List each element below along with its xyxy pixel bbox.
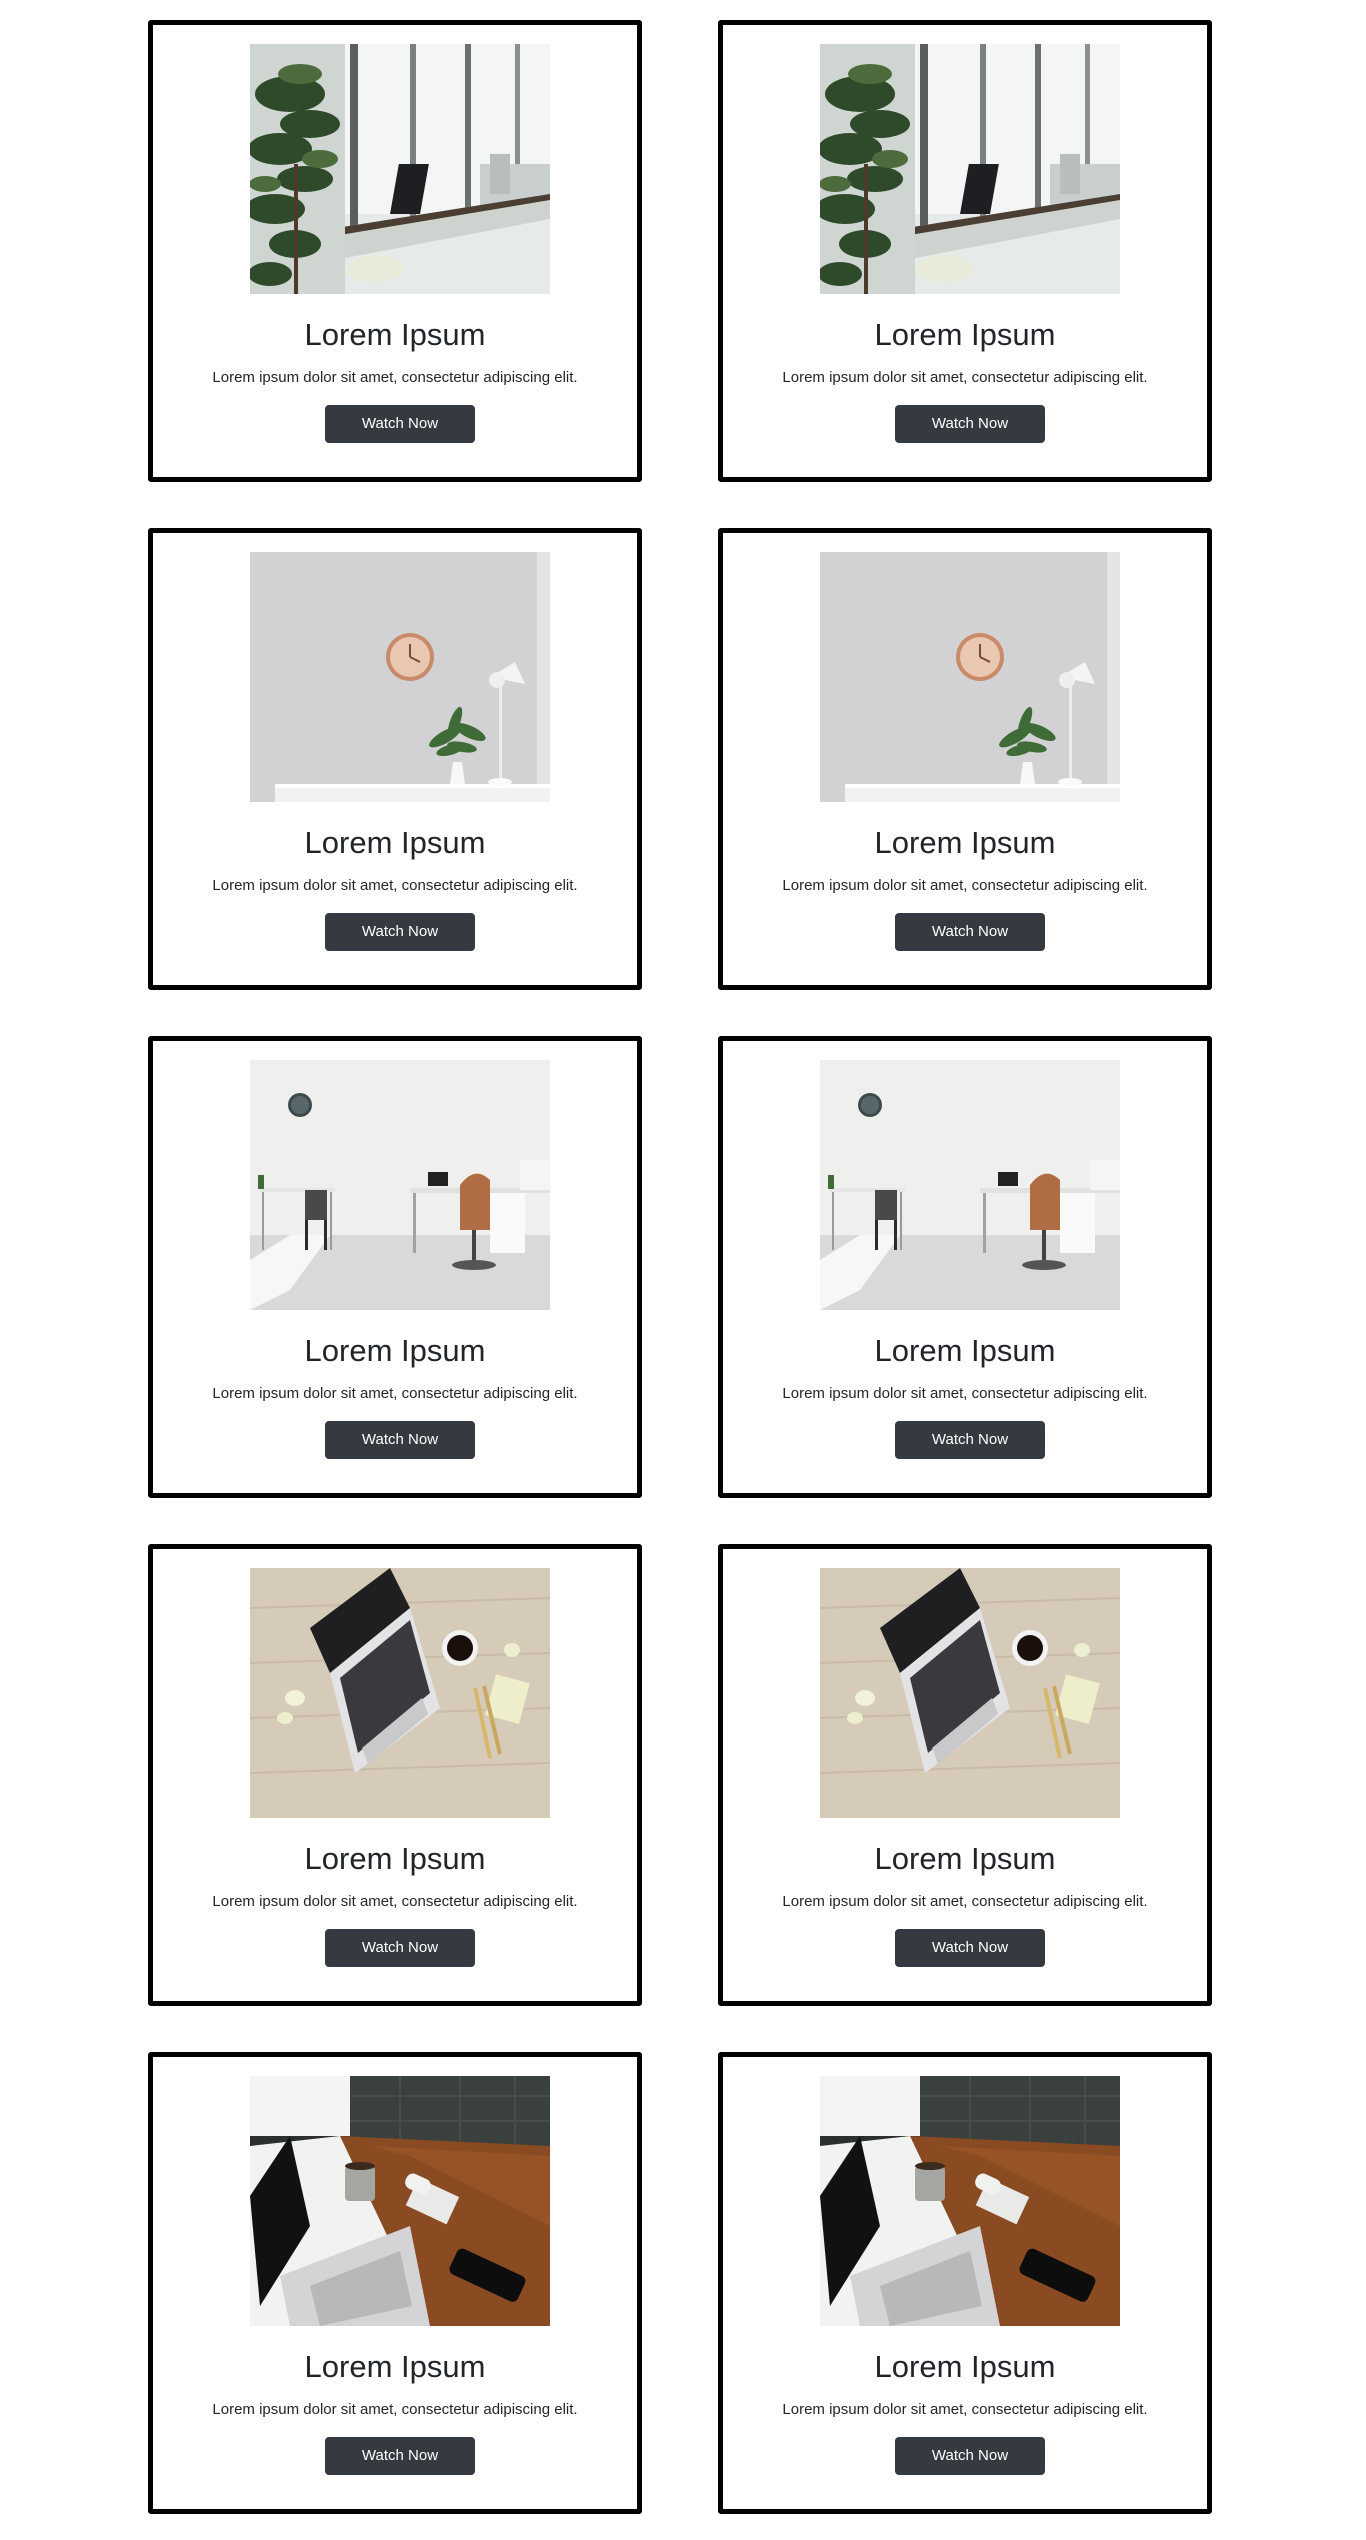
card-title: Lorem Ipsum: [304, 317, 486, 352]
card-image: [820, 1568, 1120, 1818]
watch-now-button[interactable]: Watch Now: [325, 1929, 475, 1967]
card-title: Lorem Ipsum: [874, 317, 1056, 352]
watch-now-button[interactable]: Watch Now: [325, 405, 475, 443]
card: Lorem Ipsum Lorem ipsum dolor sit amet, …: [718, 20, 1212, 482]
card: Lorem Ipsum Lorem ipsum dolor sit amet, …: [148, 20, 642, 482]
card-text: Lorem ipsum dolor sit amet, consectetur …: [782, 1385, 1148, 1402]
card-image: [250, 552, 550, 802]
watch-now-button[interactable]: Watch Now: [895, 1421, 1045, 1459]
card-title: Lorem Ipsum: [304, 1841, 486, 1876]
card-title: Lorem Ipsum: [874, 2349, 1056, 2384]
card-image: [820, 1060, 1120, 1310]
watch-now-button[interactable]: Watch Now: [895, 913, 1045, 951]
card-text: Lorem ipsum dolor sit amet, consectetur …: [782, 2401, 1148, 2418]
watch-now-button[interactable]: Watch Now: [895, 2437, 1045, 2475]
card-text: Lorem ipsum dolor sit amet, consectetur …: [212, 1385, 578, 1402]
card-text: Lorem ipsum dolor sit amet, consectetur …: [212, 2401, 578, 2418]
card-text: Lorem ipsum dolor sit amet, consectetur …: [212, 369, 578, 386]
card: Lorem Ipsum Lorem ipsum dolor sit amet, …: [718, 528, 1212, 990]
card-title: Lorem Ipsum: [874, 1333, 1056, 1368]
card-text: Lorem ipsum dolor sit amet, consectetur …: [212, 877, 578, 894]
card-image: [250, 44, 550, 294]
card-text: Lorem ipsum dolor sit amet, consectetur …: [212, 1893, 578, 1910]
card-text: Lorem ipsum dolor sit amet, consectetur …: [782, 1893, 1148, 1910]
watch-now-button[interactable]: Watch Now: [325, 1421, 475, 1459]
watch-now-button[interactable]: Watch Now: [325, 913, 475, 951]
card: Lorem Ipsum Lorem ipsum dolor sit amet, …: [148, 2052, 642, 2514]
watch-now-button[interactable]: Watch Now: [325, 2437, 475, 2475]
card-image: [250, 2076, 550, 2326]
card: Lorem Ipsum Lorem ipsum dolor sit amet, …: [718, 1544, 1212, 2006]
card: Lorem Ipsum Lorem ipsum dolor sit amet, …: [148, 1544, 642, 2006]
watch-now-button[interactable]: Watch Now: [895, 405, 1045, 443]
card-image: [250, 1060, 550, 1310]
card: Lorem Ipsum Lorem ipsum dolor sit amet, …: [148, 1036, 642, 1498]
card-image: [250, 1568, 550, 1818]
watch-now-button[interactable]: Watch Now: [895, 1929, 1045, 1967]
card: Lorem Ipsum Lorem ipsum dolor sit amet, …: [718, 2052, 1212, 2514]
card: Lorem Ipsum Lorem ipsum dolor sit amet, …: [148, 528, 642, 990]
card: Lorem Ipsum Lorem ipsum dolor sit amet, …: [718, 1036, 1212, 1498]
card-title: Lorem Ipsum: [304, 1333, 486, 1368]
card-text: Lorem ipsum dolor sit amet, consectetur …: [782, 877, 1148, 894]
card-image: [820, 2076, 1120, 2326]
card-title: Lorem Ipsum: [874, 1841, 1056, 1876]
card-text: Lorem ipsum dolor sit amet, consectetur …: [782, 369, 1148, 386]
card-image: [820, 44, 1120, 294]
card-title: Lorem Ipsum: [874, 825, 1056, 860]
card-title: Lorem Ipsum: [304, 2349, 486, 2384]
card-image: [820, 552, 1120, 802]
card-title: Lorem Ipsum: [304, 825, 486, 860]
